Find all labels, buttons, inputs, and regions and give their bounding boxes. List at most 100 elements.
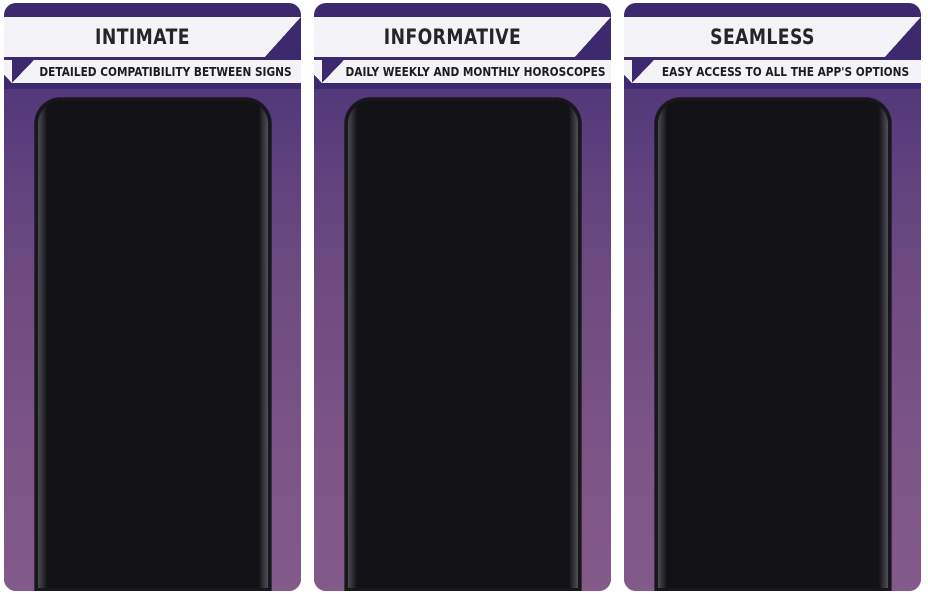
menu-item-zodiac-daily-weekly-monthly[interactable]: ❐ Zodiac Daily/Weekly/Monthly: [659, 236, 841, 262]
sign-name: Taurus: [453, 161, 496, 176]
app-bar: ← Daily/Weekly/Monthly: [349, 120, 577, 152]
menu-item-zodiac-characteristics[interactable]: ∴ Zodiac Characteristics: [659, 262, 841, 288]
hamburger-icon[interactable]: [48, 130, 64, 142]
sensor-dot-icon: [371, 107, 375, 111]
zodiac-item-libra[interactable]: ♎ Libra: [68, 356, 107, 404]
sensor-dot-icon: [709, 106, 714, 112]
menu-item-zodiac-compatibility[interactable]: ❥ Zodiac Compatibility: [659, 314, 841, 340]
zodiac-item-gemini[interactable]: ♊ Gemini: [199, 242, 238, 290]
menu-item-label: Zodiac Characteristics: [700, 270, 792, 280]
zodiac-item-scorpio[interactable]: ♏ Scorpio: [133, 356, 172, 404]
tab-yearly-zodiac[interactable]: Yearly Zodiac: [44, 154, 101, 164]
kebab-menu-icon[interactable]: [244, 129, 258, 143]
subheadline-text: DETAILED COMPATIBILITY BETWEEN SIGNS: [39, 64, 292, 79]
zodiac-item-aquarius[interactable]: ♒ Aquarius: [133, 413, 172, 461]
headline-text: SEAMLESS: [710, 25, 815, 49]
proximity-sensor-icon: [826, 105, 833, 113]
aries-icon: ♈: [68, 242, 107, 280]
scorpio-icon: ♏: [133, 356, 172, 394]
beta-badge: BETA: [801, 217, 828, 229]
ribbon-headline: INFORMATIVE: [314, 17, 611, 57]
sensor-dot-icon: [101, 107, 105, 111]
phone-screen: ← Daily/Weekly/Monthly ♉ Taurus 4/20 to …: [349, 120, 577, 591]
phone-sensor-bar: [655, 98, 891, 120]
phone-screen: Daily Horoscope Yearly Zodiac Compatibil…: [39, 120, 267, 591]
ribbon-headline: SEAMLESS: [624, 17, 921, 57]
day-navigation: Yesterday Today Tomorrow: [349, 203, 577, 220]
nav-tomorrow[interactable]: Tomorrow: [530, 211, 569, 220]
zodiac-item-taurus[interactable]: ♉ Taurus: [133, 242, 172, 290]
menu-item-label: Zodiac Daily/Weekly/Monthly: [700, 244, 819, 254]
other-sign-selector[interactable]: Other person's sign: [174, 182, 221, 228]
menu-item-zodiac-yearly[interactable]: ▦ Zodiac Yearly: [659, 288, 841, 314]
nav-yesterday[interactable]: Yesterday: [357, 211, 396, 220]
favorite-heart-icon[interactable]: ♥: [349, 417, 577, 448]
zodiac-label: Sagittarius: [199, 396, 238, 404]
menu-item-label: Druid Horoscope: [700, 374, 769, 384]
zodiac-item-aries[interactable]: ♈ Aries: [68, 242, 107, 290]
menu-item-my-profile[interactable]: ♟ My Profile BETA: [659, 210, 841, 236]
zodiac-label: Aries: [78, 282, 97, 290]
kebab-menu-icon[interactable]: [878, 164, 881, 176]
phone-sensor-bar: [345, 98, 581, 120]
zodiac-label: Leo: [146, 339, 160, 347]
gemini-icon: ♊: [199, 242, 238, 280]
promo-panel-intimate: INTIMATE DETAILED COMPATIBILITY BETWEEN …: [4, 3, 301, 591]
tab-zodiac-characteristics[interactable]: Zodiac Characteristics: [167, 154, 262, 164]
zodiac-item-pisces[interactable]: ♓ Pisces: [199, 413, 238, 461]
subheadline-text: EASY ACCESS TO ALL THE APP'S OPTIONS: [661, 64, 910, 79]
sign-details: Taurus 4/20 to 5/20 Alias: The Bull: [454, 160, 518, 203]
zodiac-item-cancer[interactable]: ♋ Cancer: [68, 299, 107, 347]
your-sign-selector[interactable]: Your sign: [85, 182, 132, 228]
menu-item-reminders[interactable]: ⏱ Reminders: [659, 418, 841, 444]
drawer-menu-list: ♟ My Profile BETA ❐ Zodiac Daily/Weekly/…: [659, 202, 841, 591]
zodiac-item-virgo[interactable]: ♍ Virgo: [199, 299, 238, 347]
sensor-dot-icon: [411, 107, 415, 111]
ribbon-subheadline: EASY ACCESS TO ALL THE APP'S OPTIONS: [624, 60, 921, 83]
iris-scanner-icon: [809, 104, 819, 114]
alarm-icon: ⏱: [675, 424, 684, 437]
sensor-dot-icon: [399, 106, 404, 112]
navigation-drawer: DH ♟ My Profile BETA ❐ Zodiac Daily/Week…: [659, 120, 842, 591]
zodiac-item-leo[interactable]: ♌ Leo: [133, 299, 172, 347]
sign-date-range: 4/20 to 5/20: [453, 179, 509, 190]
nav-today[interactable]: Today: [450, 211, 476, 220]
promo-panel-informative: INFORMATIVE DAILY WEEKLY AND MONTHLY HOR…: [314, 3, 611, 591]
layers-icon: ❐: [674, 242, 685, 256]
zodiac-item-capricorn[interactable]: ♑ Capricorn: [68, 413, 107, 461]
taurus-icon: ♉: [408, 163, 445, 200]
zodiac-label: Virgo: [209, 339, 228, 347]
zodiac-label: Capricorn: [70, 453, 105, 461]
zodiac-item-sagittarius[interactable]: ♐ Sagittarius: [199, 356, 238, 404]
sagittarius-icon: ♐: [199, 356, 238, 394]
logo-text: DH: [680, 145, 726, 175]
capricorn-icon: ♑: [68, 413, 107, 451]
menu-item-favorites[interactable]: ♥ Favorites: [659, 392, 841, 418]
pisces-icon: ♓: [199, 413, 238, 451]
phone-mockup: ← Daily/Weekly/Monthly ♉ Taurus 4/20 to …: [345, 98, 581, 591]
tab-compatibility[interactable]: Compatibility: [102, 154, 166, 164]
kebab-menu-icon[interactable]: [554, 129, 568, 143]
yin-yang-icon: ☯: [674, 346, 685, 360]
menu-item-contact-us[interactable]: ➤ Contact Us: [659, 470, 841, 496]
menu-item-label: Settings: [700, 452, 734, 462]
compatibility-selector: Your sign and Other person's sign: [39, 182, 267, 228]
app-logo: DH: [675, 134, 731, 186]
menu-item-label: Zodiac Compatibility: [700, 322, 785, 332]
sensor-dot-icon: [721, 107, 725, 111]
gear-icon: ⚙: [674, 450, 685, 464]
phone-screen: ly Chinese DH ♟ My Profile BETA ❐ Zodiac…: [659, 120, 887, 591]
phone-sensor-bar: [35, 98, 271, 120]
sensor-dot-icon: [89, 106, 94, 112]
menu-item-label: Favorites: [700, 400, 737, 410]
virgo-icon: ♍: [199, 299, 238, 337]
proximity-sensor-icon: [206, 105, 213, 113]
horoscope-text: Some people enter into unhealthy relatio…: [363, 254, 563, 415]
menu-item-settings[interactable]: ⚙ Settings: [659, 444, 841, 470]
headline-text: INFORMATIVE: [383, 25, 522, 49]
menu-item-druid-horoscope[interactable]: ❦ Druid Horoscope: [659, 366, 841, 392]
menu-item-chinese-yearly[interactable]: ☯ Chinese Yearly: [659, 340, 841, 366]
sign-alias: Alias: The Bull: [453, 191, 518, 202]
back-arrow-icon[interactable]: ←: [358, 128, 375, 145]
background-tab-label: ly Chinese: [845, 182, 884, 191]
